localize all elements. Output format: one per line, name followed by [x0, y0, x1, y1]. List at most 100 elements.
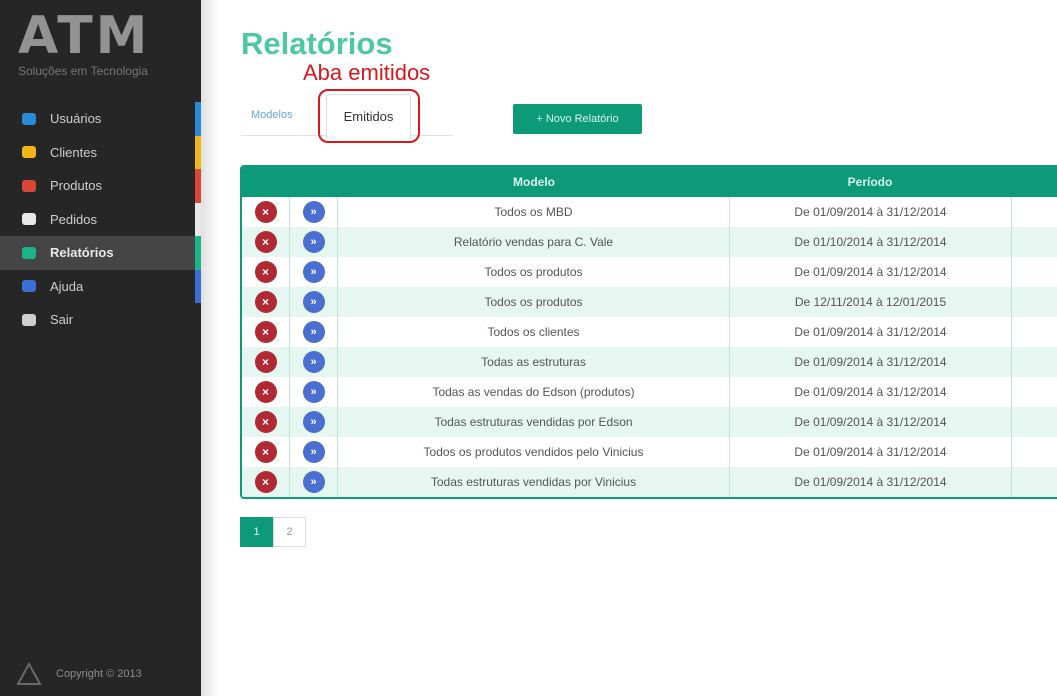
view-cell: » [290, 317, 338, 347]
sidebar-item-label: Usuários [50, 111, 102, 127]
logo-text: ATM [18, 6, 151, 66]
delete-cell: × [242, 317, 290, 347]
cell-modelo: Todos os clientes [338, 317, 730, 347]
table-row: × » Todas estruturas vendidas por Edson De … [242, 407, 1057, 437]
logo: ATM Soluções em Tecnologia [18, 10, 188, 80]
annotation-highlight-box [318, 89, 420, 143]
copyright-text: Copyright © 2013 [56, 668, 142, 680]
view-icon[interactable]: » [302, 381, 325, 403]
delete-icon[interactable]: × [254, 441, 277, 463]
delete-cell: × [242, 347, 290, 377]
cell-periodo: De 01/09/2014 à 31/12/2014 [730, 347, 1012, 377]
delete-cell: × [242, 227, 290, 257]
pagination: 12 [240, 517, 306, 547]
tab-modelos[interactable]: Modelos [251, 109, 293, 121]
page-button[interactable]: 2 [273, 517, 306, 547]
sidebar-nav: Usuários Clientes Produtos Pedidos Relatório… [0, 102, 201, 337]
document-icon [22, 213, 36, 226]
cell-periodo: De 01/09/2014 à 31/12/2014 [730, 377, 1012, 407]
view-icon[interactable]: » [302, 351, 325, 373]
main-content: Relatórios Aba emitidos Modelos Emitidos… [201, 0, 1057, 696]
view-cell: » [290, 437, 338, 467]
view-cell: » [290, 467, 338, 497]
sidebar-item-usuarios[interactable]: Usuários [0, 102, 201, 136]
view-cell: » [290, 287, 338, 317]
delete-icon[interactable]: × [254, 411, 277, 433]
delete-icon[interactable]: × [254, 321, 277, 343]
sidebar-footer: Copyright © 2013 [16, 662, 142, 686]
view-cell: » [290, 377, 338, 407]
view-icon[interactable]: » [302, 261, 325, 283]
view-icon[interactable]: » [302, 441, 325, 463]
box-icon [22, 179, 36, 192]
delete-cell: × [242, 407, 290, 437]
sidebar-item-label: Relatórios [50, 245, 114, 261]
envelope-icon [22, 146, 36, 159]
delete-icon[interactable]: × [254, 381, 277, 403]
delete-cell: × [242, 377, 290, 407]
exit-icon [22, 313, 36, 326]
delete-icon[interactable]: × [254, 261, 277, 283]
sidebar-item-clientes[interactable]: Clientes [0, 135, 201, 169]
annotation-label: Aba emitidos [303, 60, 431, 85]
sidebar-item-relatorios[interactable]: Relatórios [0, 236, 201, 270]
delete-icon[interactable]: × [254, 201, 277, 223]
cell-periodo: De 01/09/2014 à 31/12/2014 [730, 257, 1012, 287]
cell-periodo: De 01/09/2014 à 31/12/2014 [730, 317, 1012, 347]
sidebar-item-label: Pedidos [50, 211, 97, 227]
view-cell: » [290, 347, 338, 377]
logo-tagline: Soluções em Tecnologia [18, 64, 148, 78]
view-icon[interactable]: » [302, 291, 325, 313]
cell-periodo: De 12/11/2014 à 12/01/2015 [730, 287, 1012, 317]
sidebar-item-pedidos[interactable]: Pedidos [0, 202, 201, 236]
cell-modelo: Todas estruturas vendidas por Vinicius [338, 467, 730, 497]
cell-periodo: De 01/09/2014 à 31/12/2014 [730, 407, 1012, 437]
sidebar-item-ajuda[interactable]: Ajuda [0, 269, 201, 303]
delete-icon[interactable]: × [254, 291, 277, 313]
cell-modelo: Todos os MBD [338, 197, 730, 227]
help-icon [22, 280, 36, 293]
delete-icon[interactable]: × [254, 351, 277, 373]
view-icon[interactable]: » [302, 411, 325, 433]
delete-icon[interactable]: × [254, 231, 277, 253]
cell-modelo: Todas estruturas vendidas por Edson [338, 407, 730, 437]
page-title: Relatórios [241, 26, 393, 61]
cell-periodo: De 01/10/2014 à 31/12/2014 [730, 227, 1012, 257]
cell-modelo: Relatório vendas para C. Vale [338, 227, 730, 257]
table-row: × » Todas estruturas vendidas por Vinicius… [242, 467, 1057, 497]
app-window: ATM Soluções em Tecnologia Usuários Clien… [0, 0, 1057, 696]
sidebar-item-label: Clientes [50, 144, 97, 160]
view-cell: » [290, 407, 338, 437]
delete-icon[interactable]: × [254, 471, 277, 493]
table-row: × » Todos os clientes De 01/09/2014 à 31/12… [242, 317, 1057, 347]
view-icon[interactable]: » [302, 201, 325, 223]
sidebar-item-sair[interactable]: Sair [0, 303, 201, 337]
cell-periodo: De 01/09/2014 à 31/12/2014 [730, 197, 1012, 227]
view-cell: » [290, 257, 338, 287]
delete-cell: × [242, 287, 290, 317]
users-icon [22, 112, 36, 125]
cell-modelo: Todos os produtos [338, 257, 730, 287]
brand-triangle-icon [16, 662, 42, 685]
chart-icon [22, 246, 36, 259]
cell-modelo: Todos os produtos vendidos pelo Vinicius [338, 437, 730, 467]
view-icon[interactable]: » [302, 321, 325, 343]
view-icon[interactable]: » [302, 231, 325, 253]
table-row: × » Todos os MBD De 01/09/2014 à 31/12/2014 [242, 197, 1057, 227]
sidebar: ATM Soluções em Tecnologia Usuários Clien… [0, 0, 201, 696]
cell-periodo: De 01/09/2014 à 31/12/2014 [730, 437, 1012, 467]
cell-modelo: Todas as vendas do Edson (produtos) [338, 377, 730, 407]
delete-cell: × [242, 197, 290, 227]
view-cell: » [290, 197, 338, 227]
sidebar-item-produtos[interactable]: Produtos [0, 169, 201, 203]
view-icon[interactable]: » [302, 471, 325, 493]
table-row: × » Todas as estruturas De 01/09/2014 à 31/… [242, 347, 1057, 377]
cell-modelo: Todos os produtos [338, 287, 730, 317]
column-header-periodo: Período [847, 175, 893, 189]
page-button[interactable]: 1 [240, 517, 273, 547]
new-report-button[interactable]: + Novo Relatório [513, 104, 642, 134]
table-row: × » Todas as vendas do Edson (produtos) De … [242, 377, 1057, 407]
sidebar-item-label: Produtos [50, 178, 103, 194]
table-row: × » Relatório vendas para C. Vale De 01/10/… [242, 227, 1057, 257]
cell-modelo: Todas as estruturas [338, 347, 730, 377]
